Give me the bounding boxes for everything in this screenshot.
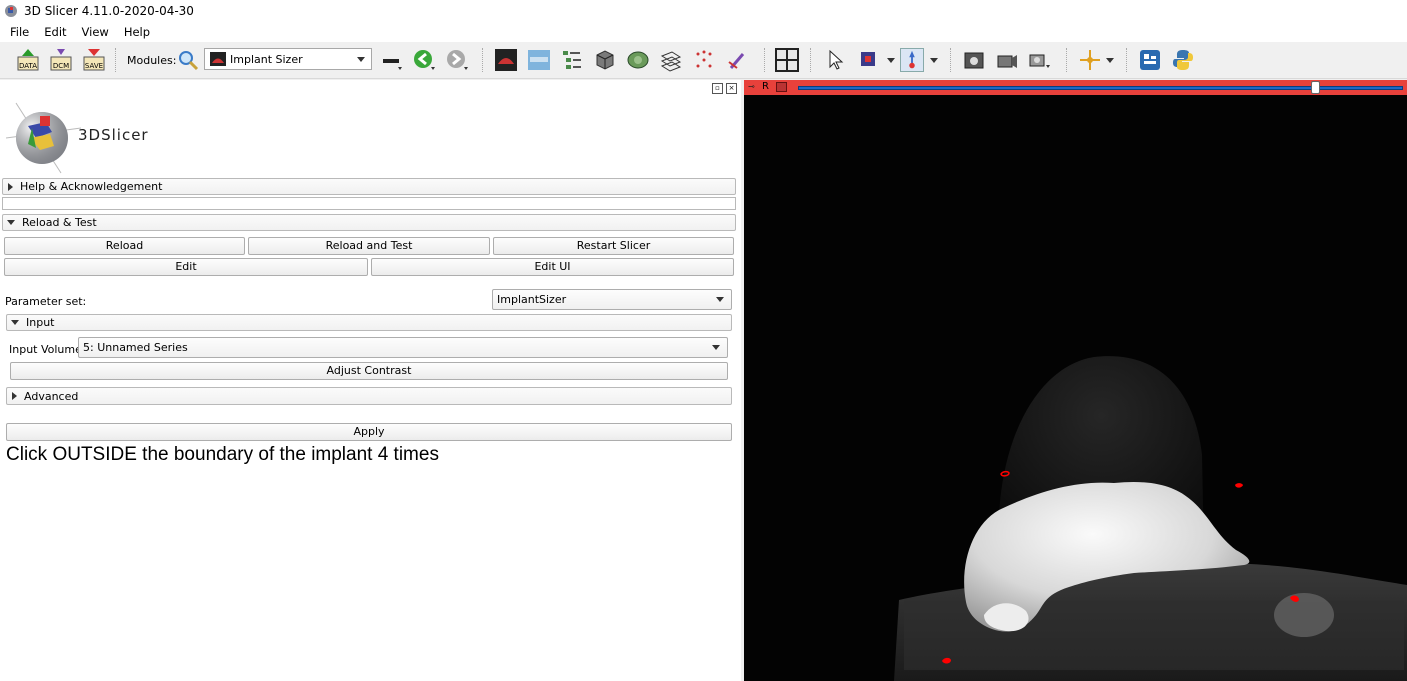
reload-and-test-button[interactable]: Reload and Test — [248, 237, 490, 255]
chevron-down-icon[interactable] — [928, 48, 940, 72]
toolbar-separator — [764, 48, 767, 72]
module-history-icon[interactable] — [380, 48, 404, 72]
logo-text: 3DSlicer — [78, 126, 149, 144]
data-module-icon[interactable] — [560, 48, 584, 72]
extensions-icon[interactable] — [1138, 48, 1162, 72]
collapse-icon — [11, 320, 19, 325]
chevron-down-icon — [357, 57, 365, 62]
layout-icon[interactable] — [775, 48, 799, 72]
reload-button[interactable]: Reload — [4, 237, 245, 255]
close-icon[interactable]: × — [726, 83, 737, 94]
expand-icon — [12, 392, 17, 400]
input-volume-select[interactable]: 5: Unnamed Series — [78, 337, 728, 358]
back-arrow-icon[interactable] — [412, 48, 436, 72]
toolbar-separator — [115, 48, 118, 72]
data-label: DATA — [19, 62, 37, 70]
edit-button[interactable]: Edit — [4, 258, 368, 276]
parameter-set-value: ImplantSizer — [497, 293, 567, 306]
slider-handle[interactable] — [1310, 81, 1320, 94]
reload-test-section[interactable]: Reload & Test — [2, 214, 736, 231]
parameter-set-select[interactable]: ImplantSizer — [492, 289, 732, 310]
section-label: Help & Acknowledgement — [20, 180, 163, 193]
input-section[interactable]: Input — [6, 314, 732, 331]
edit-ui-button[interactable]: Edit UI — [371, 258, 734, 276]
adjust-contrast-button[interactable]: Adjust Contrast — [10, 362, 728, 380]
menu-file[interactable]: File — [0, 25, 34, 39]
dcm-label: DCM — [53, 62, 69, 70]
volumes-module-icon[interactable] — [593, 48, 617, 72]
red-slice-view[interactable] — [744, 95, 1407, 681]
forward-arrow-icon[interactable] — [445, 48, 469, 72]
menu-bar: File Edit View Help — [0, 22, 1407, 42]
implant-module-icon — [210, 52, 226, 66]
load-dicom-button[interactable]: DCM — [49, 48, 73, 72]
module-search-icon[interactable] — [176, 48, 200, 72]
expand-icon — [8, 182, 13, 191]
markups-module-icon[interactable] — [692, 48, 716, 72]
camera-icon[interactable] — [995, 48, 1019, 72]
transforms-module-icon[interactable] — [659, 48, 683, 72]
slicer-app-icon — [5, 5, 17, 17]
save-button[interactable]: SAVE — [82, 48, 106, 72]
input-volume-value: 5: Unnamed Series — [83, 341, 188, 354]
pin-icon[interactable]: ⊸ — [748, 83, 756, 91]
module-selected: Implant Sizer — [230, 52, 303, 66]
apply-button[interactable]: Apply — [6, 423, 732, 441]
title-bar: 3D Slicer 4.11.0-2020-04-30 — [0, 0, 1407, 22]
models-module-icon[interactable] — [626, 48, 650, 72]
section-label: Advanced — [24, 389, 79, 403]
float-icon[interactable]: ▫ — [712, 83, 723, 94]
link-icon[interactable] — [776, 82, 787, 92]
section-label: Input — [26, 316, 55, 329]
python-console-icon[interactable] — [1171, 48, 1195, 72]
help-acknowledgement-section[interactable]: Help & Acknowledgement — [2, 178, 736, 195]
restart-slicer-button[interactable]: Restart Slicer — [493, 237, 734, 255]
window-title: 3D Slicer 4.11.0-2020-04-30 — [24, 4, 194, 18]
view-name: R — [762, 81, 769, 92]
toolbar-separator — [482, 48, 485, 72]
mri-slice-image[interactable] — [744, 95, 1407, 681]
dock-controls: ▫ × — [712, 83, 737, 94]
instruction-text: Click OUTSIDE the boundary of the implan… — [6, 444, 439, 465]
input-volume-label: Input Volume: — [9, 343, 86, 356]
toolbar-separator — [810, 48, 813, 72]
segment-editor-icon[interactable] — [725, 48, 749, 72]
chevron-down-icon[interactable] — [1104, 48, 1116, 72]
template-module-icon[interactable] — [527, 48, 551, 72]
slicer-logo — [6, 102, 82, 174]
save-label: SAVE — [85, 62, 103, 70]
chevron-down-icon — [712, 345, 720, 350]
menu-help[interactable]: Help — [114, 25, 155, 39]
screenshot-icon[interactable] — [962, 48, 986, 72]
menu-view[interactable]: View — [72, 25, 114, 39]
red-slice-controller: ⊸ R — [744, 80, 1407, 95]
place-mode-icon[interactable] — [900, 48, 924, 72]
module-selector[interactable]: Implant Sizer — [204, 48, 372, 70]
modules-label: Modules: — [127, 54, 177, 67]
toolbar-separator — [1066, 48, 1069, 72]
toolbar-separator — [1126, 48, 1129, 72]
load-data-button[interactable]: DATA — [16, 48, 40, 72]
chevron-down-icon — [716, 297, 724, 302]
separator-bar — [2, 197, 736, 210]
module-panel: ▫ × 3DSlicer Help & Acknowledgement Relo… — [0, 80, 741, 681]
scene-view-icon[interactable] — [1028, 48, 1052, 72]
implant-module-icon[interactable] — [494, 48, 518, 72]
pointer-icon[interactable] — [824, 48, 848, 72]
collapse-icon — [7, 220, 15, 225]
advanced-section[interactable]: Advanced — [6, 387, 732, 405]
crosshair-icon[interactable] — [1078, 48, 1102, 72]
toolbar-separator — [950, 48, 953, 72]
parameter-set-label: Parameter set: — [5, 295, 87, 308]
place-fiducial-icon[interactable] — [857, 48, 881, 72]
menu-edit[interactable]: Edit — [34, 25, 71, 39]
section-label: Reload & Test — [22, 216, 97, 229]
